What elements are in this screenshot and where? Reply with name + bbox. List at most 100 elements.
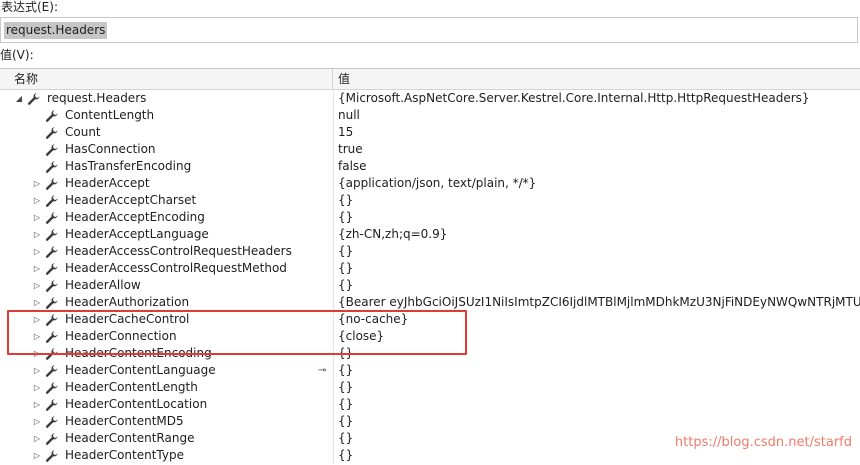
row-value[interactable]: {Microsoft.AspNetCore.Server.Kestrel.Cor…: [338, 90, 860, 107]
row-value[interactable]: {}: [338, 209, 860, 226]
table-row[interactable]: ▷ HeaderAccessControlRequestHeaders {}: [0, 243, 860, 260]
column-divider: [333, 413, 334, 430]
row-name-cell: ▷ HeaderAuthorization: [0, 294, 333, 311]
wrench-icon: [45, 415, 59, 429]
table-row[interactable]: ▷ HeaderAcceptCharset {}: [0, 192, 860, 209]
row-name: HeaderContentMD5: [65, 414, 184, 428]
row-value[interactable]: {}: [338, 260, 860, 277]
row-name: HeaderContentLocation: [65, 397, 208, 411]
row-name: request.Headers: [47, 91, 147, 105]
row-name: HeaderAccept: [65, 176, 150, 190]
wrench-icon: [45, 245, 59, 259]
column-divider: [333, 243, 334, 260]
triangle-right-icon[interactable]: ▷: [32, 294, 42, 311]
row-value[interactable]: true: [338, 141, 860, 158]
pin-icon[interactable]: ⊸: [318, 362, 326, 379]
column-divider: [333, 209, 334, 226]
table-row[interactable]: ▷ HeaderAcceptEncoding {}: [0, 209, 860, 226]
column-divider: [333, 362, 334, 379]
column-header-name[interactable]: 名称: [0, 69, 333, 89]
triangle-down-icon[interactable]: ◢: [14, 90, 24, 107]
column-divider: [333, 141, 334, 158]
row-value[interactable]: null: [338, 107, 860, 124]
table-row[interactable]: Count 15: [0, 124, 860, 141]
row-value[interactable]: {}: [338, 396, 860, 413]
triangle-right-icon[interactable]: ▷: [32, 362, 42, 379]
expression-input-value[interactable]: request.Headers: [4, 22, 108, 39]
row-name: HeaderAllow: [65, 278, 141, 292]
table-row[interactable]: ▷ HeaderContentLength {}: [0, 379, 860, 396]
row-value[interactable]: {}: [338, 379, 860, 396]
row-value[interactable]: false: [338, 158, 860, 175]
row-value[interactable]: {zh-CN,zh;q=0.9}: [338, 226, 860, 243]
table-row[interactable]: HasConnection true: [0, 141, 860, 158]
table-row[interactable]: ▷ HeaderAllow {}: [0, 277, 860, 294]
triangle-right-icon[interactable]: ▷: [32, 260, 42, 277]
table-row[interactable]: ▷ HeaderContentMD5 {}: [0, 413, 860, 430]
triangle-right-icon[interactable]: ▷: [32, 430, 42, 447]
wrench-icon: [45, 194, 59, 208]
wrench-icon: [45, 381, 59, 395]
triangle-right-icon[interactable]: ▷: [32, 175, 42, 192]
wrench-icon: [45, 364, 59, 378]
row-name: Count: [65, 125, 101, 139]
table-row[interactable]: HasTransferEncoding false: [0, 158, 860, 175]
table-row[interactable]: ContentLength null: [0, 107, 860, 124]
row-value[interactable]: {Bearer eyJhbGciOiJSUzI1NiIsImtpZCI6Ijdl…: [338, 294, 860, 311]
wrench-icon: [27, 92, 41, 106]
triangle-right-icon[interactable]: ▷: [32, 277, 42, 294]
column-divider: [333, 260, 334, 277]
row-name-cell: ▷ HeaderContentLength: [0, 379, 333, 396]
wrench-icon: [45, 211, 59, 225]
table-row[interactable]: ▷ HeaderAuthorization {Bearer eyJhbGciOiJS…: [0, 294, 860, 311]
table-row[interactable]: ▷ HeaderAccessControlRequestMethod {}: [0, 260, 860, 277]
value-label: 值(V):: [0, 48, 34, 62]
row-value[interactable]: {}: [338, 243, 860, 260]
row-value[interactable]: {}: [338, 413, 860, 430]
table-row[interactable]: ◢ request.Headers {Microsoft.AspNetCore.Se…: [0, 90, 860, 107]
row-name-cell: ▷ HeaderContentMD5: [0, 413, 333, 430]
row-name-cell: ▷ HeaderContentRange: [0, 430, 333, 447]
table-row[interactable]: ▷ HeaderAcceptLanguage {zh-CN,zh;q=0.9}: [0, 226, 860, 243]
row-name-cell: ▷ HeaderContentType: [0, 447, 333, 464]
row-name: HeaderContentRange: [65, 431, 195, 445]
expression-input[interactable]: request.Headers: [0, 17, 858, 43]
table-row[interactable]: ▷ HeaderContentLocation {}: [0, 396, 860, 413]
column-divider: [333, 226, 334, 243]
wrench-icon: [45, 432, 59, 446]
row-name: HeaderAccessControlRequestHeaders: [65, 244, 292, 258]
row-value[interactable]: {}: [338, 277, 860, 294]
row-value[interactable]: {}: [338, 192, 860, 209]
row-value[interactable]: {application/json, text/plain, */*}: [338, 175, 860, 192]
row-name-cell: HasTransferEncoding: [0, 158, 333, 175]
triangle-right-icon[interactable]: ▷: [32, 396, 42, 413]
row-name: HeaderAuthorization: [65, 295, 190, 309]
row-name-cell: HasConnection: [0, 141, 333, 158]
triangle-right-icon[interactable]: ▷: [32, 413, 42, 430]
column-divider: [333, 396, 334, 413]
row-name-cell: ▷ HeaderContentLocation: [0, 396, 333, 413]
row-value[interactable]: {}: [338, 362, 860, 379]
triangle-right-icon[interactable]: ▷: [32, 192, 42, 209]
triangle-right-icon[interactable]: ▷: [32, 447, 42, 464]
wrench-icon: [45, 143, 59, 157]
wrench-icon: [45, 160, 59, 174]
wrench-icon: [45, 296, 59, 310]
triangle-right-icon[interactable]: ▷: [32, 379, 42, 396]
column-header-value[interactable]: 值: [334, 69, 350, 89]
row-name: HasConnection: [65, 142, 156, 156]
wrench-icon: [45, 449, 59, 463]
row-value[interactable]: 15: [338, 124, 860, 141]
watch-grid[interactable]: 名称 值 ◢ request.Headers {Microsoft.AspNetCo…: [0, 68, 860, 465]
table-row[interactable]: ▷ HeaderAccept {application/json, text/pla…: [0, 175, 860, 192]
wrench-icon: [45, 126, 59, 140]
triangle-right-icon[interactable]: ▷: [32, 243, 42, 260]
triangle-right-icon[interactable]: ▷: [32, 226, 42, 243]
column-divider: [333, 124, 334, 141]
table-row[interactable]: ▷ HeaderContentLanguage ⊸ {}: [0, 362, 860, 379]
grid-rows: ◢ request.Headers {Microsoft.AspNetCore.Se…: [0, 90, 860, 464]
row-name-cell: Count: [0, 124, 333, 141]
expression-label: 表达式(E):: [1, 0, 58, 14]
triangle-right-icon[interactable]: ▷: [32, 209, 42, 226]
column-divider: [333, 430, 334, 447]
